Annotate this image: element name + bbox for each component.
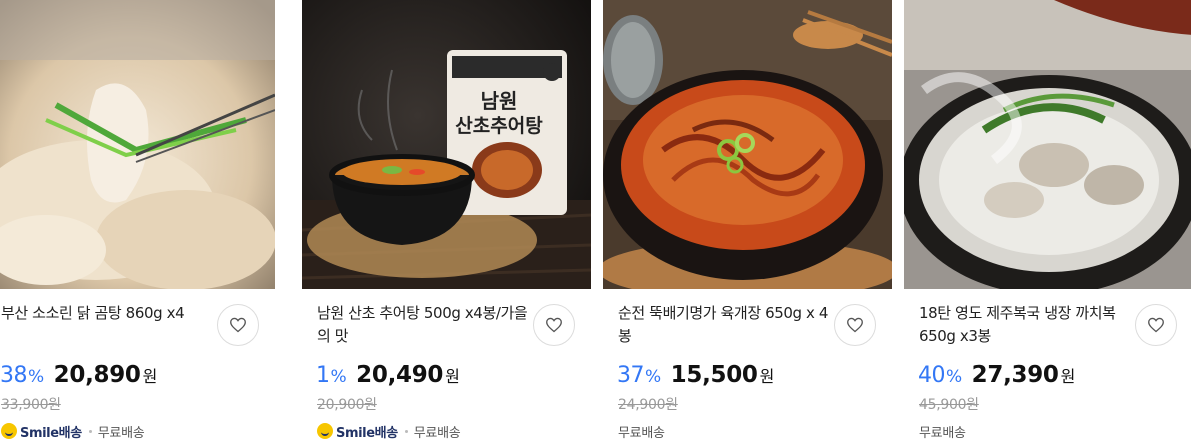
product-card[interactable]: 순전 뚝배기명가 육개장 650g x 4봉 37% 15,500 원 24,9… <box>603 0 892 448</box>
price-row: 40% 27,390 원 <box>918 362 1075 392</box>
heart-outline-icon <box>546 317 562 333</box>
package-text: 남원 <box>481 89 518 113</box>
shipping-row: 무료배송 <box>919 422 966 441</box>
price-row: 38% 20,890 원 <box>0 362 157 392</box>
product-card[interactable]: 부산 소소린 닭 곰탕 860g x4 38% 20,890 원 33,900원… <box>0 0 275 448</box>
smile-delivery-badge: Smile배송 <box>1 422 82 441</box>
product-image[interactable]: 남원 산초추어탕 <box>302 0 591 289</box>
product-title[interactable]: 18탄 영도 제주복국 냉장 까치복 650g x3봉 <box>919 302 1134 348</box>
heart-outline-icon <box>1148 317 1164 333</box>
heart-outline-icon <box>847 317 863 333</box>
free-shipping-label: 무료배송 <box>97 425 145 441</box>
price-row: 1% 20,490 원 <box>316 362 460 392</box>
product-card[interactable]: 남원 산초추어탕 남원 산초 추어탕 500g x4봉/가을의 맛 1% 20,… <box>302 0 591 448</box>
sale-price: 20,890 <box>53 362 141 388</box>
product-image[interactable] <box>0 0 275 289</box>
bokguk-photo <box>904 0 1191 289</box>
smile-delivery-label: Smile배송 <box>336 425 398 441</box>
currency-unit: 원 <box>142 367 158 386</box>
sale-price: 20,490 <box>356 362 444 388</box>
smile-delivery-label: Smile배송 <box>20 425 82 441</box>
free-shipping-label: 무료배송 <box>618 425 665 441</box>
sale-price: 15,500 <box>670 362 758 388</box>
product-title[interactable]: 순전 뚝배기명가 육개장 650g x 4봉 <box>618 302 833 348</box>
chicken-soup-photo <box>0 0 275 289</box>
original-price: 20,900원 <box>317 397 377 413</box>
yukgaejang-photo <box>603 0 892 289</box>
smile-face-icon <box>317 423 333 439</box>
discount-rate: 40% <box>918 363 962 388</box>
price-row: 37% 15,500 원 <box>617 362 774 392</box>
product-title[interactable]: 부산 소소린 닭 곰탕 860g x4 <box>1 302 216 325</box>
original-price: 33,900원 <box>1 397 61 413</box>
separator-dot <box>404 429 408 433</box>
separator-dot <box>88 429 92 433</box>
discount-rate: 37% <box>617 363 661 388</box>
shipping-row: Smile배송 무료배송 <box>317 422 461 441</box>
product-title[interactable]: 남원 산초 추어탕 500g x4봉/가을의 맛 <box>317 302 532 348</box>
free-shipping-label: 무료배송 <box>919 425 966 441</box>
heart-outline-icon <box>230 317 246 333</box>
sale-price: 27,390 <box>971 362 1059 388</box>
free-shipping-label: 무료배송 <box>413 425 461 441</box>
shipping-row: Smile배송 무료배송 <box>1 422 145 441</box>
wishlist-button[interactable] <box>217 304 259 346</box>
product-image[interactable] <box>904 0 1191 289</box>
original-price: 24,900원 <box>618 397 678 413</box>
product-image[interactable] <box>603 0 892 289</box>
wishlist-button[interactable] <box>533 304 575 346</box>
discount-rate: 38% <box>0 363 44 388</box>
discount-rate: 1% <box>316 363 347 388</box>
currency-unit: 원 <box>445 367 460 386</box>
shipping-row: 무료배송 <box>618 422 665 441</box>
wishlist-button[interactable] <box>1135 304 1177 346</box>
currency-unit: 원 <box>759 367 775 386</box>
wishlist-button[interactable] <box>834 304 876 346</box>
product-card[interactable]: 18탄 영도 제주복국 냉장 까치복 650g x3봉 40% 27,390 원… <box>904 0 1191 448</box>
smile-face-icon <box>1 423 17 439</box>
chueotang-photo: 남원 산초추어탕 <box>302 0 591 289</box>
currency-unit: 원 <box>1060 367 1076 386</box>
smile-delivery-badge: Smile배송 <box>317 422 398 441</box>
original-price: 45,900원 <box>919 397 979 413</box>
package-text: 산초추어탕 <box>455 115 543 137</box>
